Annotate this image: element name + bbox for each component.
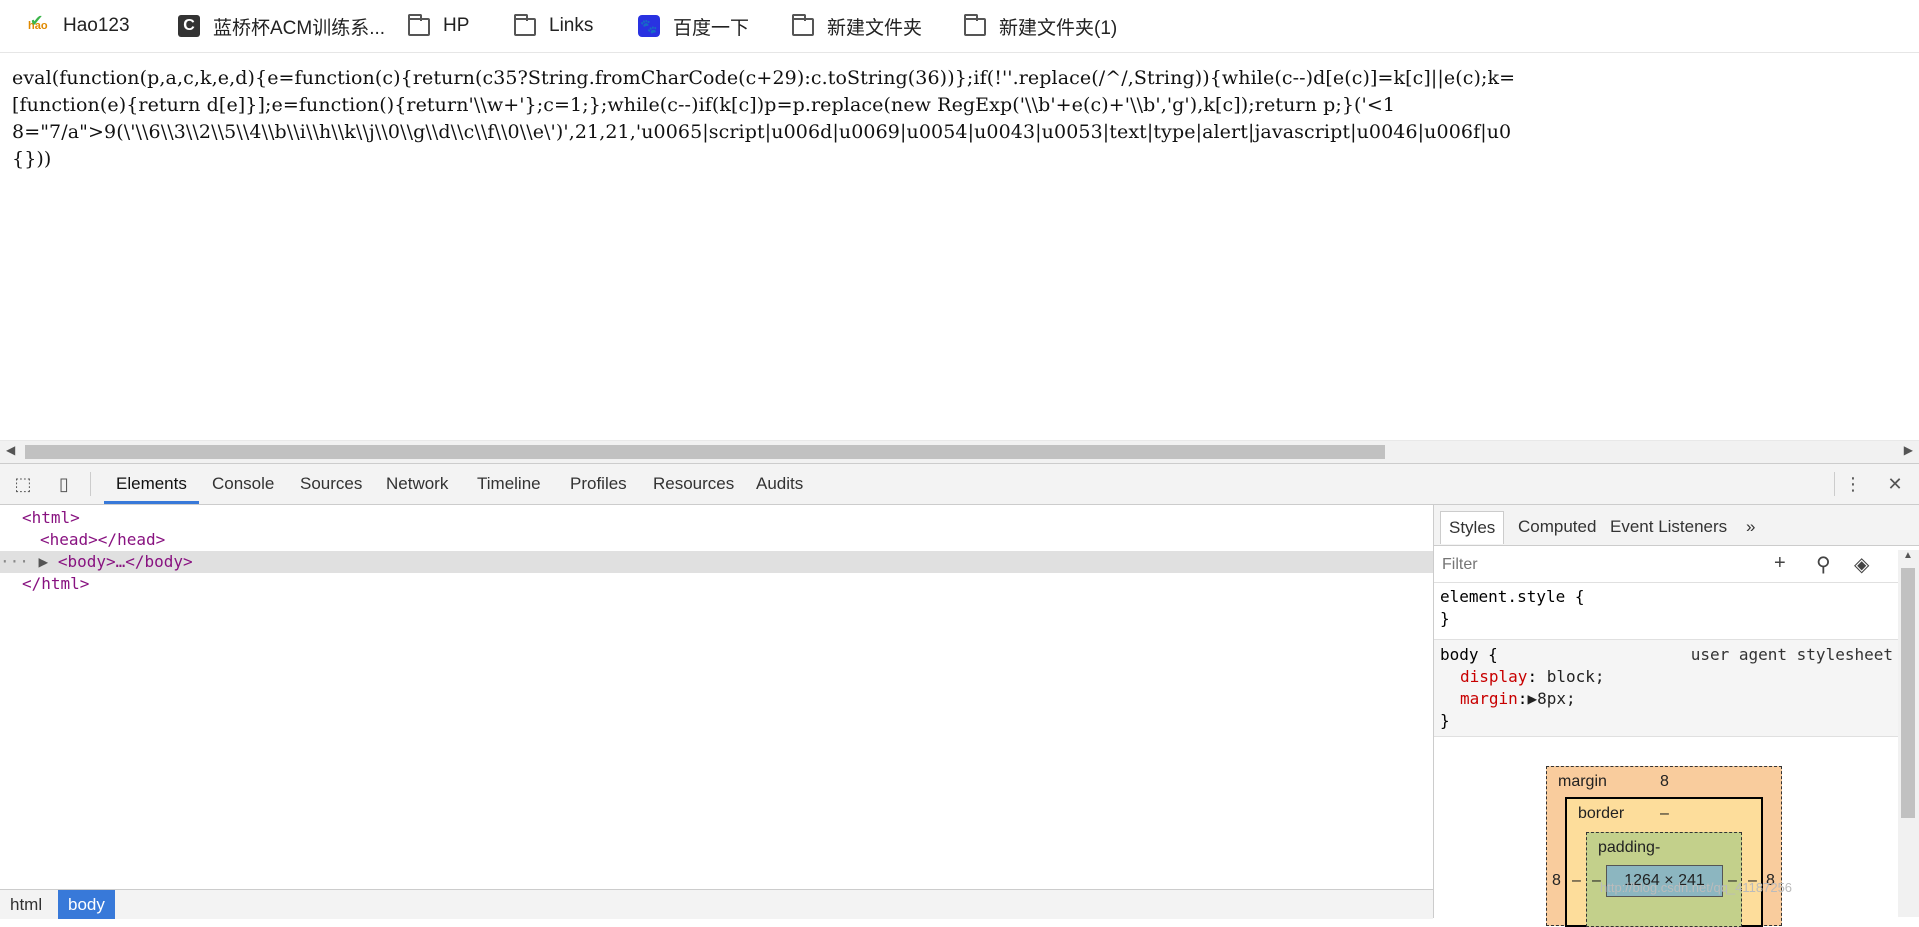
css-property[interactable]: margin:▶8px;: [1460, 688, 1576, 710]
code-line: 8="7/a">9(\'\\6\\3\\2\\5\\4\\b\\i\\h\\k\…: [12, 121, 1512, 143]
tab-computed[interactable]: Computed: [1510, 511, 1604, 543]
baidu-paw-icon: 🐾: [638, 15, 660, 37]
close-icon[interactable]: ✕: [1884, 473, 1906, 495]
bookmark-baidu[interactable]: 🐾 百度一下: [638, 12, 749, 40]
tag-html-open: <html>: [22, 508, 80, 527]
hao123-icon: hao: [28, 11, 50, 37]
lanqiao-c-icon: C: [178, 15, 200, 37]
margin-top-value[interactable]: 8: [1660, 773, 1669, 791]
bookmark-hp[interactable]: HP: [408, 12, 469, 40]
bookmark-label: Hao123: [63, 15, 130, 36]
tab-console[interactable]: Console: [212, 464, 274, 504]
tree-node-head[interactable]: <head></head>: [0, 529, 1433, 551]
tab-network[interactable]: Network: [386, 464, 448, 504]
css-property[interactable]: display: block;: [1460, 666, 1605, 688]
tree-node-html-close[interactable]: </html>: [0, 573, 1433, 595]
margin-left-value[interactable]: 8: [1552, 872, 1561, 890]
tab-resources[interactable]: Resources: [653, 464, 734, 504]
bookmark-links[interactable]: Links: [514, 12, 593, 40]
scroll-left-icon[interactable]: ◀: [6, 443, 15, 457]
code-line: [function(e){return d[e]}];e=function(){…: [12, 94, 1396, 116]
more-tabs-icon[interactable]: »: [1738, 511, 1763, 543]
bookmark-label: 新建文件夹: [827, 17, 923, 39]
tag-body: <body>…</body>: [57, 552, 193, 571]
property-value: block;: [1546, 667, 1605, 686]
tab-separator: [90, 472, 91, 496]
tab-elements[interactable]: Elements: [104, 464, 199, 504]
folder-icon: [792, 14, 814, 36]
devtools-tabbar: ⬚ ▯ Elements Console Sources Network Tim…: [0, 464, 1919, 505]
bookmark-label: 新建文件夹(1): [999, 17, 1118, 39]
body-rule: body { user agent stylesheet display: bl…: [1434, 639, 1899, 737]
property-name: display: [1460, 667, 1528, 686]
bookmark-new-folder[interactable]: 新建文件夹: [792, 12, 922, 40]
breadcrumb: html body: [0, 889, 1433, 919]
folder-icon: [408, 14, 430, 36]
bookmark-hao123[interactable]: hao Hao123: [28, 11, 130, 40]
rule-close: }: [1440, 711, 1450, 730]
toggle-element-state-icon[interactable]: ◈: [1854, 552, 1869, 577]
element-style-rule: element.style { }: [1434, 583, 1899, 638]
padding-label: padding-: [1598, 839, 1661, 856]
page-content: eval(function(p,a,c,k,e,d){e=function(c)…: [0, 53, 1919, 440]
node-menu-dots[interactable]: ···: [0, 552, 29, 571]
styles-tabbar: Styles Computed Event Listeners »: [1434, 505, 1919, 546]
elements-tree: <html> <head></head> ··· ▶ <body>…</body…: [0, 505, 1433, 889]
bookmark-label: Links: [549, 15, 594, 36]
breadcrumb-html[interactable]: html: [0, 890, 52, 919]
pin-icon[interactable]: ⚲: [1816, 552, 1831, 577]
property-name: margin: [1460, 689, 1518, 708]
watermark: http://blog.csdn.net/qq_41187256: [1600, 880, 1793, 895]
tab-audits[interactable]: Audits: [756, 464, 803, 504]
tab-sources[interactable]: Sources: [300, 464, 362, 504]
border-top-value[interactable]: –: [1660, 805, 1669, 823]
bookmarks-bar: hao Hao123 C 蓝桥杯ACM训练系... HP Links 🐾 百度一…: [0, 0, 1919, 53]
code-line: eval(function(p,a,c,k,e,d){e=function(c)…: [12, 67, 1516, 89]
tag-head: <head></head>: [40, 530, 166, 549]
bookmark-label: 百度一下: [673, 17, 750, 39]
bookmark-lanqiao[interactable]: C 蓝桥杯ACM训练系...: [178, 12, 385, 40]
tab-separator: [1834, 472, 1835, 496]
folder-icon: [964, 14, 986, 36]
border-label: border: [1578, 805, 1625, 822]
property-value: ▶8px;: [1527, 689, 1576, 708]
bookmark-label: 蓝桥杯ACM训练系...: [213, 17, 386, 39]
scrollbar-thumb[interactable]: [25, 445, 1385, 459]
tab-styles[interactable]: Styles: [1440, 511, 1505, 544]
add-rule-icon[interactable]: +: [1774, 552, 1786, 575]
bookmark-new-folder-1[interactable]: 新建文件夹(1): [964, 12, 1117, 40]
rule-close: }: [1440, 609, 1450, 628]
breadcrumb-body[interactable]: body: [58, 890, 115, 919]
rule-origin: user agent stylesheet: [1690, 645, 1893, 664]
scroll-up-icon[interactable]: ▲: [1903, 550, 1913, 561]
margin-label: margin: [1558, 773, 1607, 790]
rule-selector[interactable]: element.style {: [1440, 586, 1585, 608]
scrollbar-thumb[interactable]: [1901, 568, 1915, 818]
tag-html-close: </html>: [22, 574, 90, 593]
scroll-right-icon[interactable]: ▶: [1904, 443, 1913, 457]
horizontal-scrollbar[interactable]: ◀ ▶: [0, 440, 1919, 463]
folder-icon: [514, 14, 536, 36]
rule-selector[interactable]: body {: [1440, 644, 1498, 666]
more-options-icon[interactable]: ⋮: [1842, 473, 1864, 495]
tree-node-body[interactable]: ··· ▶ <body>…</body>: [0, 551, 1433, 573]
bookmark-label: HP: [443, 15, 470, 36]
tree-node-html[interactable]: <html>: [0, 507, 1433, 529]
styles-vertical-scrollbar[interactable]: ▲: [1898, 550, 1919, 917]
tab-profiles[interactable]: Profiles: [570, 464, 627, 504]
device-mode-icon[interactable]: ▯: [53, 473, 75, 495]
filter-input[interactable]: [1440, 552, 1744, 578]
expand-triangle-icon[interactable]: ▶: [29, 552, 58, 571]
tab-event-listeners[interactable]: Event Listeners: [1602, 511, 1735, 543]
filter-row: + ⚲ ◈: [1434, 546, 1899, 583]
inspect-element-icon[interactable]: ⬚: [12, 473, 34, 495]
border-left-value[interactable]: –: [1572, 872, 1581, 890]
tab-timeline[interactable]: Timeline: [477, 464, 541, 504]
code-line: {})): [12, 148, 52, 170]
